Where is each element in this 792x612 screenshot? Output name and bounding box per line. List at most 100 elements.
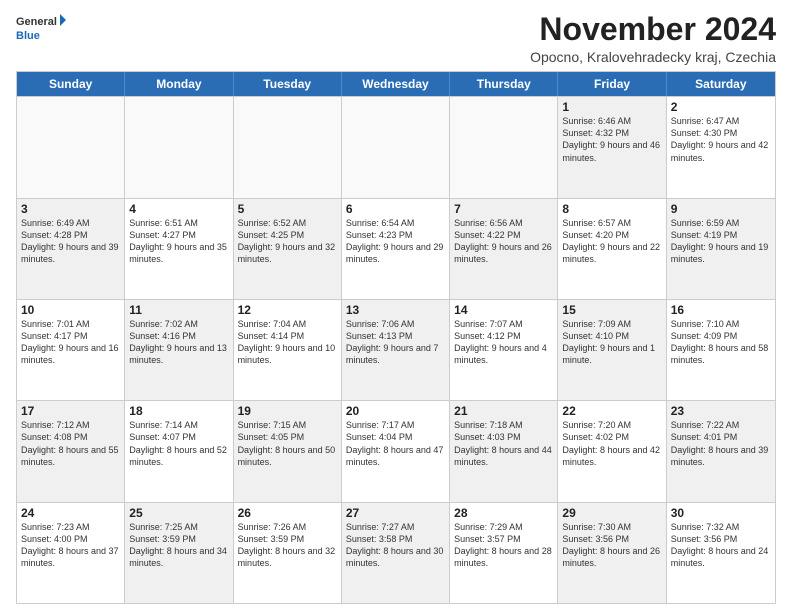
- day-number: 18: [129, 404, 228, 418]
- calendar-cell-17: 17Sunrise: 7:12 AM Sunset: 4:08 PM Dayli…: [17, 401, 125, 501]
- day-number: 20: [346, 404, 445, 418]
- calendar-cell-24: 24Sunrise: 7:23 AM Sunset: 4:00 PM Dayli…: [17, 503, 125, 603]
- header-day-wednesday: Wednesday: [342, 72, 450, 96]
- day-info: Sunrise: 6:51 AM Sunset: 4:27 PM Dayligh…: [129, 217, 228, 266]
- calendar-cell-28: 28Sunrise: 7:29 AM Sunset: 3:57 PM Dayli…: [450, 503, 558, 603]
- day-info: Sunrise: 7:01 AM Sunset: 4:17 PM Dayligh…: [21, 318, 120, 367]
- day-info: Sunrise: 7:12 AM Sunset: 4:08 PM Dayligh…: [21, 419, 120, 468]
- calendar-cell-18: 18Sunrise: 7:14 AM Sunset: 4:07 PM Dayli…: [125, 401, 233, 501]
- day-info: Sunrise: 7:26 AM Sunset: 3:59 PM Dayligh…: [238, 521, 337, 570]
- day-number: 8: [562, 202, 661, 216]
- calendar-row-1: 3Sunrise: 6:49 AM Sunset: 4:28 PM Daylig…: [17, 198, 775, 299]
- calendar-cell-empty-0-0: [17, 97, 125, 197]
- calendar-cell-5: 5Sunrise: 6:52 AM Sunset: 4:25 PM Daylig…: [234, 199, 342, 299]
- day-info: Sunrise: 7:07 AM Sunset: 4:12 PM Dayligh…: [454, 318, 553, 367]
- calendar-cell-15: 15Sunrise: 7:09 AM Sunset: 4:10 PM Dayli…: [558, 300, 666, 400]
- calendar-cell-16: 16Sunrise: 7:10 AM Sunset: 4:09 PM Dayli…: [667, 300, 775, 400]
- day-number: 29: [562, 506, 661, 520]
- calendar-cell-14: 14Sunrise: 7:07 AM Sunset: 4:12 PM Dayli…: [450, 300, 558, 400]
- day-number: 26: [238, 506, 337, 520]
- calendar-cell-13: 13Sunrise: 7:06 AM Sunset: 4:13 PM Dayli…: [342, 300, 450, 400]
- calendar-cell-empty-0-1: [125, 97, 233, 197]
- day-number: 23: [671, 404, 771, 418]
- day-number: 10: [21, 303, 120, 317]
- day-info: Sunrise: 7:29 AM Sunset: 3:57 PM Dayligh…: [454, 521, 553, 570]
- header-day-monday: Monday: [125, 72, 233, 96]
- day-number: 30: [671, 506, 771, 520]
- calendar-row-4: 24Sunrise: 7:23 AM Sunset: 4:00 PM Dayli…: [17, 502, 775, 603]
- calendar-row-0: 1Sunrise: 6:46 AM Sunset: 4:32 PM Daylig…: [17, 96, 775, 197]
- generalblue-logo-icon: General Blue: [16, 12, 66, 44]
- day-number: 16: [671, 303, 771, 317]
- day-info: Sunrise: 7:18 AM Sunset: 4:03 PM Dayligh…: [454, 419, 553, 468]
- day-number: 15: [562, 303, 661, 317]
- calendar-cell-9: 9Sunrise: 6:59 AM Sunset: 4:19 PM Daylig…: [667, 199, 775, 299]
- day-number: 13: [346, 303, 445, 317]
- calendar-cell-11: 11Sunrise: 7:02 AM Sunset: 4:16 PM Dayli…: [125, 300, 233, 400]
- calendar-row-3: 17Sunrise: 7:12 AM Sunset: 4:08 PM Dayli…: [17, 400, 775, 501]
- calendar-cell-29: 29Sunrise: 7:30 AM Sunset: 3:56 PM Dayli…: [558, 503, 666, 603]
- day-info: Sunrise: 7:30 AM Sunset: 3:56 PM Dayligh…: [562, 521, 661, 570]
- day-info: Sunrise: 6:59 AM Sunset: 4:19 PM Dayligh…: [671, 217, 771, 266]
- calendar-cell-1: 1Sunrise: 6:46 AM Sunset: 4:32 PM Daylig…: [558, 97, 666, 197]
- day-number: 1: [562, 100, 661, 114]
- calendar-cell-empty-0-4: [450, 97, 558, 197]
- day-number: 12: [238, 303, 337, 317]
- calendar-cell-20: 20Sunrise: 7:17 AM Sunset: 4:04 PM Dayli…: [342, 401, 450, 501]
- day-number: 14: [454, 303, 553, 317]
- logo: General Blue: [16, 12, 66, 44]
- day-info: Sunrise: 7:22 AM Sunset: 4:01 PM Dayligh…: [671, 419, 771, 468]
- calendar-cell-25: 25Sunrise: 7:25 AM Sunset: 3:59 PM Dayli…: [125, 503, 233, 603]
- day-info: Sunrise: 7:27 AM Sunset: 3:58 PM Dayligh…: [346, 521, 445, 570]
- calendar-cell-27: 27Sunrise: 7:27 AM Sunset: 3:58 PM Dayli…: [342, 503, 450, 603]
- calendar-cell-10: 10Sunrise: 7:01 AM Sunset: 4:17 PM Dayli…: [17, 300, 125, 400]
- day-number: 4: [129, 202, 228, 216]
- day-info: Sunrise: 7:23 AM Sunset: 4:00 PM Dayligh…: [21, 521, 120, 570]
- header-day-friday: Friday: [558, 72, 666, 96]
- top-section: General Blue November 2024 Opocno, Kralo…: [16, 12, 776, 65]
- day-number: 6: [346, 202, 445, 216]
- day-info: Sunrise: 7:20 AM Sunset: 4:02 PM Dayligh…: [562, 419, 661, 468]
- calendar-cell-21: 21Sunrise: 7:18 AM Sunset: 4:03 PM Dayli…: [450, 401, 558, 501]
- day-number: 2: [671, 100, 771, 114]
- calendar-cell-2: 2Sunrise: 6:47 AM Sunset: 4:30 PM Daylig…: [667, 97, 775, 197]
- calendar-cell-23: 23Sunrise: 7:22 AM Sunset: 4:01 PM Dayli…: [667, 401, 775, 501]
- calendar-cell-22: 22Sunrise: 7:20 AM Sunset: 4:02 PM Dayli…: [558, 401, 666, 501]
- day-info: Sunrise: 6:57 AM Sunset: 4:20 PM Dayligh…: [562, 217, 661, 266]
- day-number: 19: [238, 404, 337, 418]
- day-number: 22: [562, 404, 661, 418]
- header-day-thursday: Thursday: [450, 72, 558, 96]
- header-day-tuesday: Tuesday: [234, 72, 342, 96]
- day-number: 17: [21, 404, 120, 418]
- day-number: 5: [238, 202, 337, 216]
- day-info: Sunrise: 7:04 AM Sunset: 4:14 PM Dayligh…: [238, 318, 337, 367]
- calendar-cell-3: 3Sunrise: 6:49 AM Sunset: 4:28 PM Daylig…: [17, 199, 125, 299]
- day-number: 11: [129, 303, 228, 317]
- day-number: 24: [21, 506, 120, 520]
- calendar-cell-26: 26Sunrise: 7:26 AM Sunset: 3:59 PM Dayli…: [234, 503, 342, 603]
- day-number: 25: [129, 506, 228, 520]
- day-number: 21: [454, 404, 553, 418]
- day-info: Sunrise: 6:52 AM Sunset: 4:25 PM Dayligh…: [238, 217, 337, 266]
- day-info: Sunrise: 7:02 AM Sunset: 4:16 PM Dayligh…: [129, 318, 228, 367]
- header-day-saturday: Saturday: [667, 72, 775, 96]
- calendar-cell-8: 8Sunrise: 6:57 AM Sunset: 4:20 PM Daylig…: [558, 199, 666, 299]
- calendar-cell-empty-0-3: [342, 97, 450, 197]
- calendar: SundayMondayTuesdayWednesdayThursdayFrid…: [16, 71, 776, 604]
- day-number: 3: [21, 202, 120, 216]
- calendar-cell-7: 7Sunrise: 6:56 AM Sunset: 4:22 PM Daylig…: [450, 199, 558, 299]
- day-info: Sunrise: 7:10 AM Sunset: 4:09 PM Dayligh…: [671, 318, 771, 367]
- day-info: Sunrise: 7:25 AM Sunset: 3:59 PM Dayligh…: [129, 521, 228, 570]
- day-number: 27: [346, 506, 445, 520]
- day-number: 7: [454, 202, 553, 216]
- day-info: Sunrise: 7:17 AM Sunset: 4:04 PM Dayligh…: [346, 419, 445, 468]
- day-info: Sunrise: 7:32 AM Sunset: 3:56 PM Dayligh…: [671, 521, 771, 570]
- svg-text:General: General: [16, 16, 57, 28]
- calendar-cell-19: 19Sunrise: 7:15 AM Sunset: 4:05 PM Dayli…: [234, 401, 342, 501]
- calendar-body: 1Sunrise: 6:46 AM Sunset: 4:32 PM Daylig…: [17, 96, 775, 603]
- day-info: Sunrise: 7:09 AM Sunset: 4:10 PM Dayligh…: [562, 318, 661, 367]
- calendar-cell-12: 12Sunrise: 7:04 AM Sunset: 4:14 PM Dayli…: [234, 300, 342, 400]
- main-title: November 2024: [530, 12, 776, 47]
- calendar-cell-4: 4Sunrise: 6:51 AM Sunset: 4:27 PM Daylig…: [125, 199, 233, 299]
- header-day-sunday: Sunday: [17, 72, 125, 96]
